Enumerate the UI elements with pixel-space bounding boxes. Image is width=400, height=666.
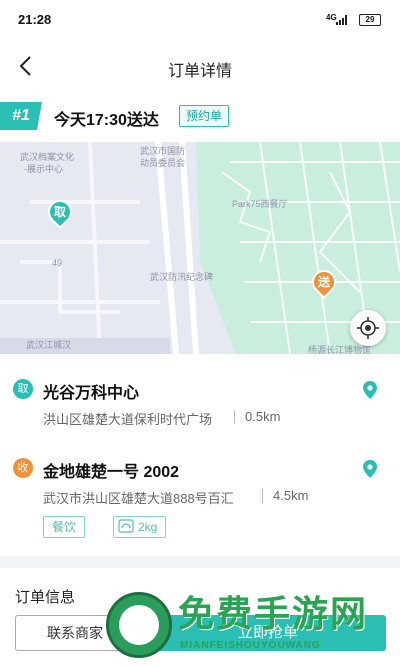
delivery-distance: 4.5km [273, 488, 309, 503]
category-label: 餐饮 [52, 520, 77, 534]
watermark-title: 免费手游网 [178, 593, 369, 634]
locate-button[interactable] [350, 310, 386, 346]
watermark: 免费手游网 MIANFEISHOUYOUWANG [106, 592, 396, 666]
category-tag: 餐饮 [43, 516, 86, 538]
battery-level: 29 [365, 15, 375, 24]
pickup-distance: 0.5km [245, 409, 281, 424]
delivery-marker-label: 送 [317, 275, 330, 289]
delivery-time: 今天17:30送达 [54, 112, 159, 129]
map-label: 武汉市国防 [140, 146, 186, 156]
divider [234, 410, 235, 424]
preorder-tag: 预约单 [179, 105, 230, 127]
page-title: 订单详情 [167, 63, 232, 80]
map-label: 杨源长江博物馆 [308, 345, 372, 354]
order-info-title: 订单信息 [15, 589, 76, 606]
status-bar: 21:28 4G 29 [0, 0, 400, 40]
scale-icon [118, 519, 134, 533]
location-pin-icon[interactable] [361, 380, 379, 400]
pickup-marker-label: 取 [53, 205, 66, 219]
address-card: 取 光谷万科中心 洪山区雄楚大道保利时代广场 0.5km 收 金地雄楚一号 20… [0, 354, 400, 556]
status-time: 21:28 [18, 12, 52, 27]
map-label: 武汉档案文化 [20, 152, 75, 162]
watermark-logo [106, 592, 172, 658]
map-label: 49 [52, 258, 63, 268]
watermark-subtitle: MIANFEISHOUYOUWANG [180, 640, 321, 651]
delivery-name: 金地雄楚一号 2002 [43, 464, 180, 481]
crosshair-icon [357, 317, 379, 339]
order-number-badge: #1 [0, 102, 42, 130]
weight-tag: 2kg [113, 516, 167, 538]
battery-icon: 29 [359, 14, 381, 26]
map-label: Park75西餐厅 [232, 199, 288, 209]
map-label: -展示中心 [24, 164, 63, 174]
route-map[interactable]: 武汉档案文化 -展示中心 武汉市国防 动员委员会 Park75西餐厅 武汉防汛纪… [0, 142, 400, 354]
map-label: 武汉江城汉 [26, 340, 72, 350]
signal-icon [336, 15, 347, 25]
map-label: 动员委员会 [140, 158, 186, 168]
pickup-badge: 取 [13, 379, 33, 399]
delivery-badge: 收 [13, 458, 33, 478]
location-pin-icon[interactable] [361, 459, 379, 479]
map-label: 武汉防汛纪念碑 [150, 272, 214, 282]
delivery-address: 武汉市洪山区雄楚大道888号百汇 [43, 491, 234, 506]
order-header: #1 今天17:30送达 预约单 [0, 92, 400, 142]
pickup-name: 光谷万科中心 [43, 385, 140, 402]
weight-label: 2kg [138, 520, 158, 534]
pickup-address: 洪山区雄楚大道保利时代广场 [43, 412, 213, 427]
navigation-bar: 订单详情 [0, 40, 400, 92]
divider [262, 489, 263, 503]
